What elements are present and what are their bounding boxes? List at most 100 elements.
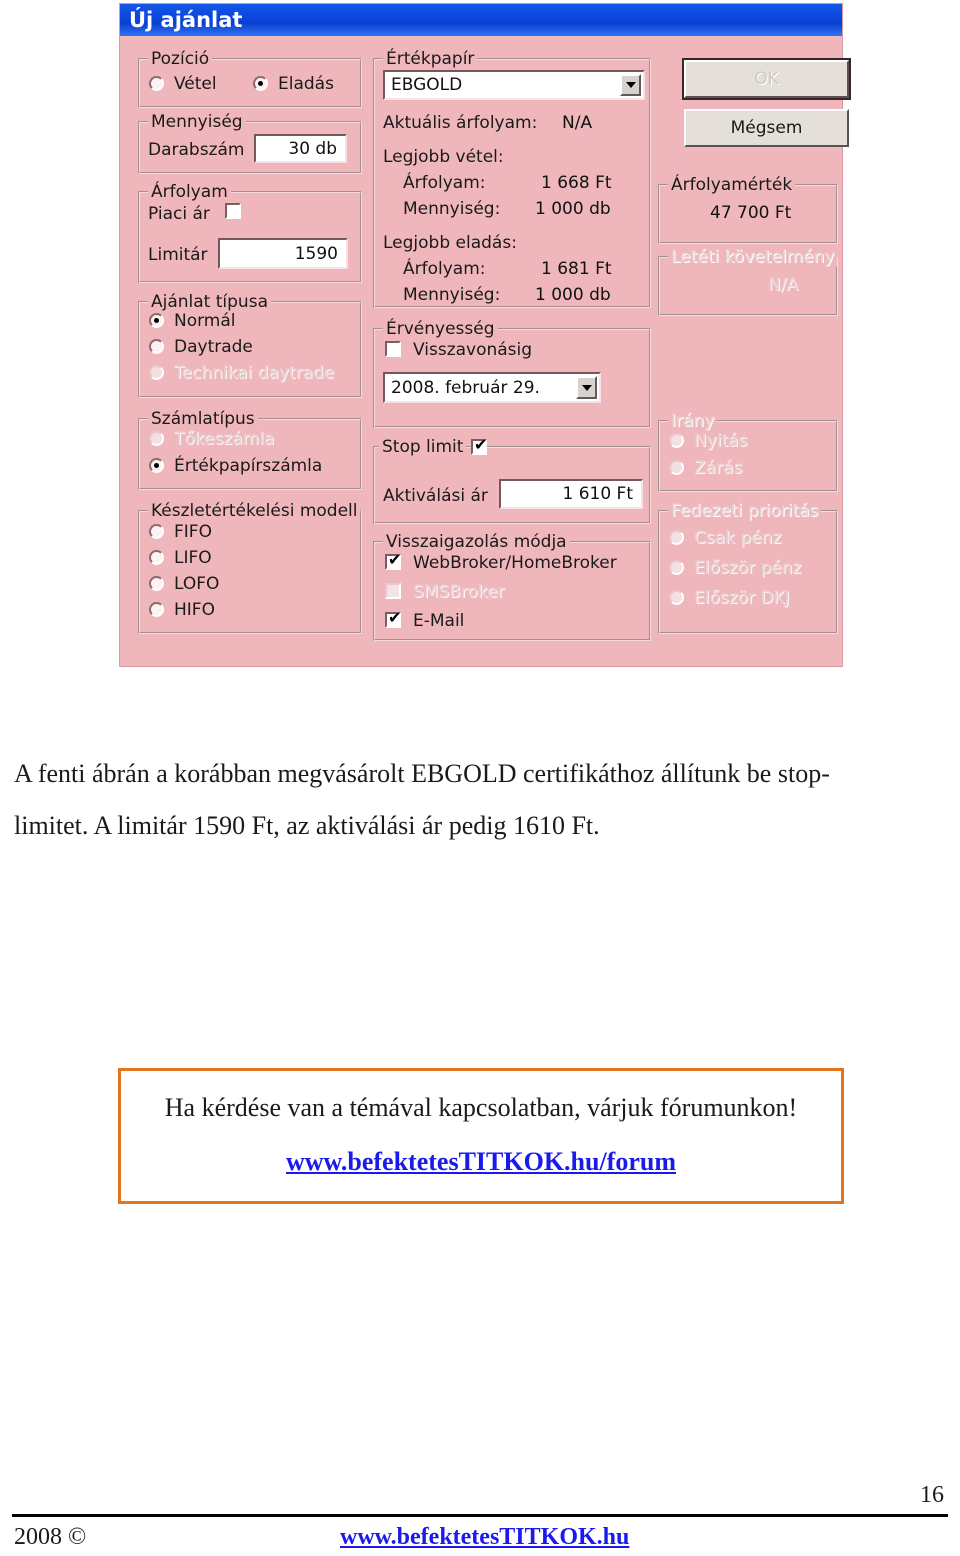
radio-ertekpapirszamla[interactable] (149, 458, 164, 473)
group-keszletertekelesi-modell: Készletértékelési modell FIFO LIFO LOFO … (138, 501, 362, 634)
radio-technikai-daytrade (149, 365, 164, 380)
aktualis-arfolyam-label: Aktuális árfolyam: (383, 113, 538, 133)
checkbox-smsbroker (385, 583, 401, 599)
checkbox-webbroker-homebroker[interactable]: ✔ (385, 552, 401, 570)
legjobb-eladas-label: Legjobb eladás: (383, 233, 517, 253)
radio-eloszor-penz-label: Először pénz (694, 558, 802, 578)
radio-normal[interactable] (149, 313, 164, 328)
group-szamlatipus-legend: Számlatípus (148, 409, 258, 429)
group-fedezeti-prioritas: Fedezeti prioritás Csak pénz Először pén… (658, 501, 838, 634)
group-pozicio-legend: Pozíció (148, 49, 213, 69)
group-ajanlat-tipusa: Ajánlat típusa Normál Daytrade Technikai… (138, 292, 362, 398)
aktualis-arfolyam-value: N/A (562, 113, 593, 133)
group-ervenyesseg: Érvényesség Visszavonásig 2008. február … (373, 319, 651, 428)
group-keszletertekelesi-modell-legend: Készletértékelési modell (148, 501, 361, 521)
radio-eladas[interactable] (253, 76, 268, 91)
radio-lifo-label: LIFO (174, 548, 212, 568)
aktivalasi-ar-input[interactable]: 1 610 Ft (499, 479, 643, 509)
limitar-input[interactable]: 1590 (218, 238, 348, 269)
radio-lifo[interactable] (149, 550, 164, 565)
date-chevron-down-icon[interactable] (576, 376, 597, 399)
checkbox-email[interactable]: ✔ (385, 610, 401, 628)
radio-eloszor-dkj (669, 590, 684, 605)
group-leteti-kovetelmeny-legend: Letéti követelmény (668, 247, 838, 267)
forum-callout-box: Ha kérdése van a témával kapcsolatban, v… (118, 1068, 844, 1204)
footer-copyright: 2008 © (14, 1524, 87, 1550)
stop-limit-checkbox[interactable]: ✔ (471, 437, 487, 455)
group-leteti-kovetelmeny: Letéti követelmény N/A (658, 247, 838, 316)
callout-text: Ha kérdése van a témával kapcsolatban, v… (164, 1093, 798, 1122)
darabszam-input[interactable]: 30 db (254, 134, 347, 163)
visszavonasig-label: Visszavonásig (413, 340, 533, 360)
radio-vetel-label: Vétel (174, 74, 217, 94)
page-number: 16 (920, 1482, 944, 1508)
chevron-down-icon[interactable] (620, 74, 641, 96)
body-paragraph-line-2: limitet. A limitár 1590 Ft, az aktiválás… (14, 811, 600, 840)
page-footer: 2008 © www.befektetesTITKOK.hu (0, 1520, 960, 1556)
radio-hifo-label: HIFO (174, 600, 215, 620)
radio-daytrade-label: Daytrade (174, 337, 253, 357)
cancel-button-label: Mégsem (730, 118, 803, 138)
cancel-button[interactable]: Mégsem (684, 109, 849, 147)
group-visszaigazolas-modja: Visszaigazolás módja ✔ WebBroker/HomeBro… (373, 532, 651, 641)
legjobb-vetel-mennyiseg-value: 1 000 db (535, 199, 611, 219)
legjobb-eladas-arfolyam-label: Árfolyam: (403, 259, 486, 279)
radio-lofo[interactable] (149, 576, 164, 591)
group-irany: Irány Nyitás Zárás (658, 411, 838, 492)
group-stop-limit: Stop limit ✔ Aktiválási ár 1 610 Ft (373, 437, 651, 524)
piaci-ar-checkbox[interactable] (225, 203, 241, 219)
group-fedezeti-prioritas-legend: Fedezeti prioritás (668, 501, 822, 521)
aktivalasi-ar-label: Aktiválási ár (383, 486, 488, 506)
dialog-body: Pozíció Vétel Eladás Mennyiség Darabszám… (120, 36, 851, 666)
group-ajanlat-tipusa-legend: Ajánlat típusa (148, 292, 271, 312)
ervenyesseg-date-picker[interactable]: 2008. február 29. (383, 372, 601, 403)
group-arfolyamertek-legend: Árfolyamérték (668, 175, 796, 195)
legjobb-vetel-arfolyam-label: Árfolyam: (403, 173, 486, 193)
legjobb-eladas-mennyiseg-value: 1 000 db (535, 285, 611, 305)
group-mennyiseg-legend: Mennyiség (148, 112, 246, 132)
radio-tokeszamla (149, 431, 164, 446)
group-visszaigazolas-modja-legend: Visszaigazolás módja (383, 532, 570, 552)
footer-divider (12, 1514, 948, 1517)
leteti-kovetelmeny-value: N/A (768, 275, 799, 295)
footer-site-link[interactable]: www.befektetesTITKOK.hu (340, 1524, 629, 1551)
radio-normal-label: Normál (174, 311, 236, 331)
piaci-ar-label: Piaci ár (148, 204, 210, 224)
group-arfolyam: Árfolyam Piaci ár Limitár 1590 (138, 182, 362, 283)
dialog-title: Új ajánlat (129, 8, 243, 32)
radio-eloszor-penz (669, 560, 684, 575)
radio-vetel[interactable] (149, 76, 164, 91)
checkbox-email-label: E-Mail (413, 611, 465, 631)
legjobb-vetel-mennyiseg-label: Mennyiség: (403, 199, 501, 219)
body-paragraph-line-1: A fenti ábrán a korábban megvásárolt EBG… (14, 759, 830, 788)
radio-csak-penz-label: Csak pénz (694, 528, 782, 548)
radio-hifo[interactable] (149, 602, 164, 617)
aktivalasi-ar-value: 1 610 Ft (562, 484, 633, 504)
group-pozicio: Pozíció Vétel Eladás (138, 49, 362, 108)
radio-technikai-daytrade-label: Technikai daytrade (174, 363, 335, 383)
group-arfolyam-legend: Árfolyam (148, 182, 231, 202)
ertekpapir-combobox[interactable]: EBGOLD (383, 70, 645, 100)
group-ervenyesseg-legend: Érvényesség (383, 319, 498, 339)
radio-ertekpapirszamla-label: Értékpapírszámla (174, 456, 323, 476)
group-ertekpapir: Értékpapír EBGOLD Aktuális árfolyam: N/A… (373, 49, 651, 308)
radio-lofo-label: LOFO (174, 574, 220, 594)
ervenyesseg-date-value: 2008. február 29. (391, 377, 540, 398)
radio-fifo[interactable] (149, 524, 164, 539)
radio-nyitas-label: Nyitás (694, 431, 748, 451)
dialog-titlebar: Új ajánlat (120, 4, 842, 36)
darabszam-value: 30 db (288, 138, 337, 159)
visszavonasig-checkbox[interactable] (385, 341, 401, 357)
group-mennyiseg: Mennyiség Darabszám 30 db (138, 112, 362, 174)
radio-eladas-label: Eladás (278, 74, 334, 94)
radio-nyitas (669, 433, 684, 448)
ok-button[interactable]: OK (682, 58, 851, 100)
radio-zaras-label: Zárás (694, 458, 743, 478)
radio-tokeszamla-label: Tőkeszámla (174, 429, 275, 449)
callout-forum-link[interactable]: www.befektetesTITKOK.hu/forum (121, 1147, 841, 1177)
group-arfolyamertek: Árfolyamérték 47 700 Ft (658, 175, 838, 244)
ertekpapir-selected-value: EBGOLD (391, 75, 463, 95)
radio-daytrade[interactable] (149, 339, 164, 354)
radio-eloszor-dkj-label: Először DKJ (694, 588, 790, 608)
group-irany-legend: Irány (668, 411, 718, 431)
